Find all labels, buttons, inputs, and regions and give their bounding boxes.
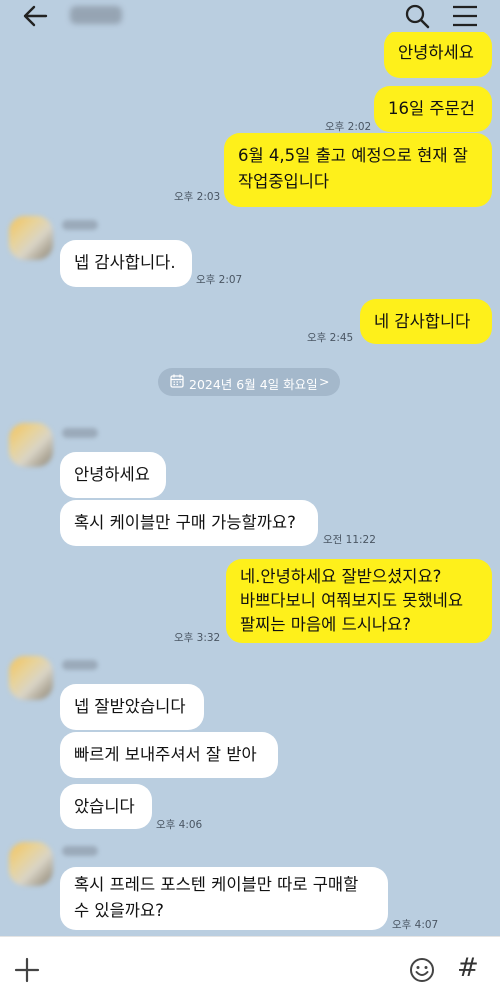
- my-message-bubble[interactable]: 6월 4,5일 출고 예정으로 현재 잘 작업중입니다: [224, 133, 492, 207]
- back-arrow-icon[interactable]: [22, 4, 48, 28]
- date-divider-label: 2024년 6월 4일 화요일: [189, 377, 318, 392]
- message-time: 오전 11:22: [323, 534, 376, 546]
- message-input-bar[interactable]: #: [0, 936, 500, 1001]
- message-time: 오후 4:07: [392, 919, 439, 931]
- calendar-icon: [170, 374, 184, 388]
- message-line: 혹시 프레드 포스텐 케이블만 따로 구매할: [74, 875, 359, 894]
- hamburger-menu-icon[interactable]: [452, 5, 478, 27]
- sender-name: [62, 846, 98, 856]
- chat-area[interactable]: 안녕하세요 16일 주문건 오후 2:02 6월 4,5일 출고 예정으로 현재…: [0, 32, 500, 936]
- message-line: 작업중입니다: [238, 172, 330, 191]
- top-bar: [0, 0, 500, 32]
- sender-name: [62, 428, 98, 438]
- their-message-bubble[interactable]: 빠르게 보내주셔서 잘 받아: [60, 732, 278, 778]
- my-message-bubble[interactable]: 네.안녕하세요 잘받으셨지요? 바쁘다보니 여쭤보지도 못했네요 팔찌는 마음에…: [226, 559, 492, 643]
- emoji-icon[interactable]: [409, 957, 435, 983]
- message-time: 오후 2:07: [196, 274, 243, 286]
- message-line: 네.안녕하세요 잘받으셨지요?: [240, 567, 442, 586]
- plus-icon[interactable]: [14, 957, 40, 983]
- my-message-bubble[interactable]: 안녕하세요: [384, 32, 492, 78]
- message-time: 오후 4:06: [156, 819, 203, 831]
- sender-avatar[interactable]: [9, 842, 53, 886]
- message-time: 오후 3:32: [174, 632, 221, 644]
- hash-icon[interactable]: #: [457, 953, 479, 983]
- sender-avatar[interactable]: [9, 423, 53, 467]
- date-divider[interactable]: 2024년 6월 4일 화요일 >: [158, 368, 340, 396]
- their-message-bubble[interactable]: 혹시 케이블만 구매 가능할까요?: [60, 500, 318, 546]
- sender-avatar[interactable]: [9, 216, 53, 260]
- sender-name: [62, 660, 98, 670]
- their-message-bubble[interactable]: 넵 감사합니다.: [60, 240, 192, 287]
- message-time: 오후 2:03: [174, 191, 221, 203]
- sender-name: [62, 220, 98, 230]
- chevron-right-icon: >: [319, 374, 330, 389]
- message-line: 수 있을까요?: [74, 901, 164, 920]
- their-message-bubble[interactable]: 았습니다: [60, 784, 152, 829]
- their-message-bubble[interactable]: 안녕하세요: [60, 452, 166, 498]
- their-message-bubble[interactable]: 혹시 프레드 포스텐 케이블만 따로 구매할 수 있을까요?: [60, 867, 388, 930]
- search-icon[interactable]: [404, 3, 430, 29]
- message-line: 팔찌는 마음에 드시나요?: [240, 615, 412, 634]
- message-time: 오후 2:45: [307, 332, 354, 344]
- message-time: 오후 2:02: [325, 121, 372, 133]
- chat-room-title: [70, 6, 122, 24]
- my-message-bubble[interactable]: 네 감사합니다: [360, 299, 492, 344]
- my-message-bubble[interactable]: 16일 주문건: [374, 86, 492, 132]
- message-line: 바쁘다보니 여쭤보지도 못했네요: [240, 591, 464, 610]
- their-message-bubble[interactable]: 넵 잘받았습니다: [60, 684, 204, 730]
- sender-avatar[interactable]: [9, 656, 53, 700]
- message-line: 6월 4,5일 출고 예정으로 현재 잘: [238, 146, 468, 165]
